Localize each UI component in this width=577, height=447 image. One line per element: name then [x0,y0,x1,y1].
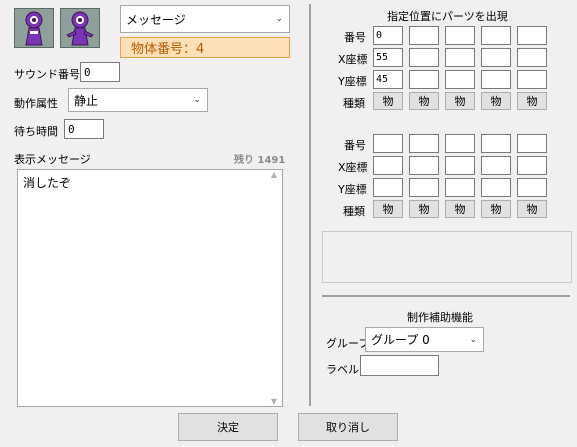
row-label-kind: 種類 [343,205,365,218]
object-number-text: 物体番号：4 [131,42,205,57]
row-label-number: 番号 [344,31,366,44]
wizard-sprite-2-icon [60,8,100,48]
message-textarea[interactable]: 消したぞ ▲ ▼ [17,169,283,407]
wait-time-input[interactable]: 0 [64,119,104,139]
part8-y-cell[interactable] [445,178,475,197]
row-label-y: Y座標 [338,183,367,196]
message-scrollbar[interactable]: ▲ ▼ [266,170,282,406]
part4-x-cell[interactable] [481,48,511,67]
part1-number-cell[interactable]: 0 [373,26,403,45]
row-label-y: Y座標 [338,75,367,88]
part1-x-cell[interactable]: 55 [373,48,403,67]
part4-kind-button[interactable]: 物 [481,92,511,110]
label-label: ラベル [326,363,359,376]
assist-title: 制作補助機能 [407,311,473,324]
part8-number-cell[interactable] [445,134,475,153]
row-label-kind: 種類 [343,97,365,110]
group-label: グループ [326,337,370,350]
action-select[interactable]: 静止 ⌄ [68,88,208,112]
group-select-value: グループ 0 [371,333,430,347]
part3-y-cell[interactable] [445,70,475,89]
scroll-down-icon: ▼ [270,397,278,406]
part10-number-cell[interactable] [517,134,547,153]
part2-number-cell[interactable] [409,26,439,45]
message-text: 消したぞ [23,176,72,190]
chevron-down-icon: ⌄ [275,14,283,24]
part8-x-cell[interactable] [445,156,475,175]
part10-y-cell[interactable] [517,178,547,197]
horizontal-divider [322,295,570,297]
part4-number-cell[interactable] [481,26,511,45]
part10-x-cell[interactable] [517,156,547,175]
part9-x-cell[interactable] [481,156,511,175]
part9-number-cell[interactable] [481,134,511,153]
part5-number-cell[interactable] [517,26,547,45]
wizard-sprite-1-icon [14,8,54,48]
part10-kind-button[interactable]: 物 [517,200,547,218]
part5-kind-button[interactable]: 物 [517,92,547,110]
part2-y-cell[interactable] [409,70,439,89]
part2-x-cell[interactable] [409,48,439,67]
part1-kind-button[interactable]: 物 [373,92,403,110]
part6-x-cell[interactable] [373,156,403,175]
scroll-up-icon: ▲ [270,170,278,179]
part5-y-cell[interactable] [517,70,547,89]
part1-y-cell[interactable]: 45 [373,70,403,89]
part7-number-cell[interactable] [409,134,439,153]
part3-number-cell[interactable] [445,26,475,45]
row-label-x: X座標 [338,161,368,174]
cancel-button[interactable]: 取り消し [298,413,398,441]
part3-x-cell[interactable] [445,48,475,67]
part6-kind-button[interactable]: 物 [373,200,403,218]
part8-kind-button[interactable]: 物 [445,200,475,218]
part7-x-cell[interactable] [409,156,439,175]
message-label: 表示メッセージ [14,153,91,166]
part2-kind-button[interactable]: 物 [409,92,439,110]
action-label: 動作属性 [14,97,58,110]
type-select-value: メッセージ [126,12,186,27]
sound-label: サウンド番号 [14,68,80,81]
wait-label: 待ち時間 [14,125,58,138]
part9-y-cell[interactable] [481,178,511,197]
row-label-x: X座標 [338,53,368,66]
chevron-down-icon: ⌄ [469,334,477,345]
row-label-number: 番号 [344,139,366,152]
remaining-count: 残り 1491 [234,155,286,166]
chevron-down-icon: ⌄ [193,95,201,105]
type-select[interactable]: メッセージ ⌄ [120,5,290,33]
action-select-value: 静止 [74,93,99,108]
object-number-badge: 物体番号：4 [120,37,290,58]
ok-button[interactable]: 決定 [178,413,278,441]
part9-kind-button[interactable]: 物 [481,200,511,218]
part5-x-cell[interactable] [517,48,547,67]
part7-kind-button[interactable]: 物 [409,200,439,218]
part6-y-cell[interactable] [373,178,403,197]
part3-kind-button[interactable]: 物 [445,92,475,110]
part4-y-cell[interactable] [481,70,511,89]
info-panel [322,231,572,283]
vertical-divider [309,4,311,406]
sound-number-input[interactable]: 0 [80,62,120,82]
part7-y-cell[interactable] [409,178,439,197]
label-input[interactable] [360,355,439,376]
group-select[interactable]: グループ 0 ⌄ [365,327,484,352]
part6-number-cell[interactable] [373,134,403,153]
parts-title: 指定位置にパーツを出現 [387,10,508,23]
